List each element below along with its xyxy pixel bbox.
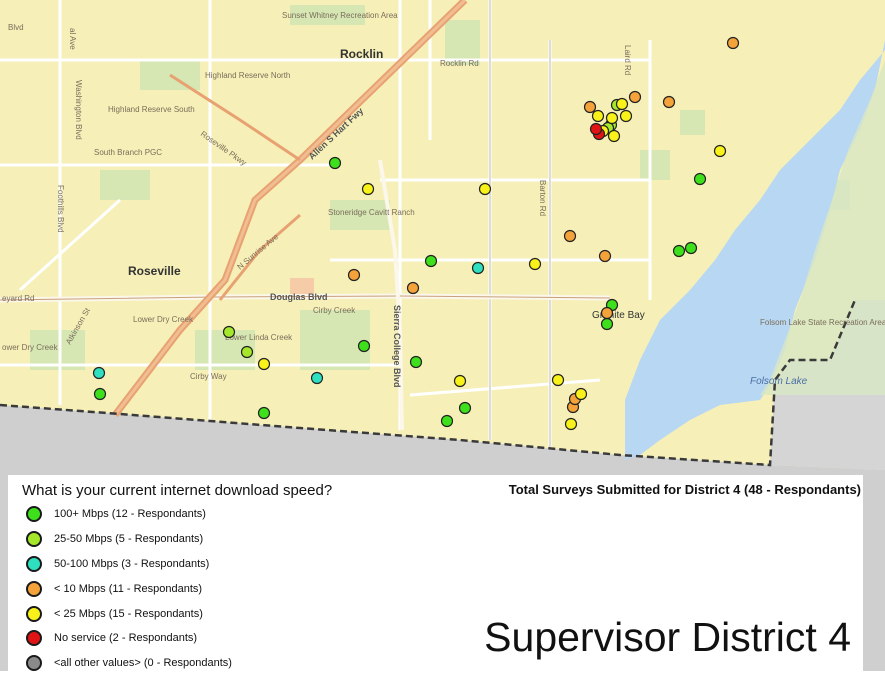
highland-reserve-north-label: Highland Reserve North <box>205 71 290 80</box>
marker-under-25[interactable] <box>257 357 271 371</box>
marker-100plus[interactable] <box>458 401 472 415</box>
marker-under-25[interactable] <box>607 129 621 143</box>
marker-under-25[interactable] <box>713 144 727 158</box>
marker-50-100[interactable] <box>92 366 106 380</box>
marker-100plus[interactable] <box>440 414 454 428</box>
stoneridge-label: Stoneridge Cavitt Ranch <box>328 208 415 217</box>
marker-100plus[interactable] <box>684 241 698 255</box>
marker-under-10[interactable] <box>598 249 612 263</box>
marker-under-25[interactable] <box>361 182 375 196</box>
cirby-creek-label: Cirby Creek <box>313 306 356 315</box>
total-surveys-label: Total Surveys Submitted for District 4 (… <box>508 482 861 497</box>
lower-linda-creek-label: Lower Linda Creek <box>225 333 293 342</box>
legend-label: <all other values> (0 - Respondants) <box>54 657 232 670</box>
highland-reserve-south-label: Highland Reserve South <box>108 105 195 114</box>
blvd-label: Blvd <box>8 23 24 32</box>
barton-rd-label: Barton Rd <box>538 180 547 216</box>
marker-under-25[interactable] <box>551 373 565 387</box>
roseville-label: Roseville <box>128 264 181 278</box>
legend-label: < 10 Mbps (11 - Respondants) <box>54 582 203 595</box>
legend-item-other: <all other values> (0 - Respondants) <box>26 651 232 676</box>
washington-blvd-label: Washington Blvd <box>74 80 83 140</box>
legend-item-25-50: 25-50 Mbps (5 - Respondants) <box>26 527 232 552</box>
marker-100plus[interactable] <box>672 244 686 258</box>
marker-100plus[interactable] <box>424 254 438 268</box>
legend-title: What is your current internet download s… <box>22 482 333 499</box>
legend-label: No service (2 - Respondants) <box>54 632 198 645</box>
legend-swatch <box>26 506 42 523</box>
sierra-college-blvd-label: Sierra College Blvd <box>392 305 402 388</box>
legend-swatch <box>26 580 42 597</box>
legend-swatch <box>26 630 42 647</box>
lower-dry-creek-label: Lower Dry Creek <box>133 315 194 324</box>
legend-swatch <box>26 655 42 672</box>
south-branch-pgc-label: South Branch PGC <box>94 148 162 157</box>
marker-under-25[interactable] <box>478 182 492 196</box>
marker-under-25[interactable] <box>615 97 629 111</box>
rocklin-rd-label: Rocklin Rd <box>440 59 479 68</box>
marker-100plus[interactable] <box>257 406 271 420</box>
marker-100plus[interactable] <box>693 172 707 186</box>
marker-under-10[interactable] <box>726 36 740 50</box>
legend-swatch <box>26 531 42 548</box>
legend-swatch <box>26 555 42 572</box>
rocklin-label: Rocklin <box>340 47 383 61</box>
eyard-rd-label: eyard Rd <box>2 294 34 303</box>
marker-under-25[interactable] <box>591 109 605 123</box>
marker-100plus[interactable] <box>600 317 614 331</box>
marker-50-100[interactable] <box>310 371 324 385</box>
legend-label: < 25 Mbps (15 - Respondants) <box>54 607 203 620</box>
marker-under-10[interactable] <box>662 95 676 109</box>
foothills-blvd-label: Foothills Blvd <box>56 185 65 233</box>
district-title: Supervisor District 4 <box>484 614 851 660</box>
marker-under-10[interactable] <box>563 229 577 243</box>
marker-under-25[interactable] <box>605 111 619 125</box>
sunset-whitney-label: Sunset Whitney Recreation Area <box>282 11 398 20</box>
ower-dry-creek-label: ower Dry Creek <box>2 343 59 352</box>
marker-under-10[interactable] <box>347 268 361 282</box>
granite-bay-label: Granite Bay <box>592 310 645 321</box>
legend-item-50-100: 50-100 Mbps (3 - Respondants) <box>26 552 232 577</box>
legend-label: 50-100 Mbps (3 - Respondants) <box>54 557 210 570</box>
marker-under-25[interactable] <box>574 387 588 401</box>
marker-under-10[interactable] <box>583 100 597 114</box>
marker-25-50[interactable] <box>222 325 236 339</box>
legend-items: 100+ Mbps (12 - Respondants) 25-50 Mbps … <box>26 502 232 676</box>
legend-item-no-service: No service (2 - Respondants) <box>26 626 232 651</box>
folsom-lake-label: Folsom Lake <box>750 376 808 387</box>
legend-swatch <box>26 605 42 622</box>
marker-under-10[interactable] <box>406 281 420 295</box>
laird-rd-label: Laird Rd <box>623 45 632 75</box>
marker-under-10[interactable] <box>628 90 642 104</box>
marker-no-service[interactable] <box>589 122 603 136</box>
al-ave-label: al Ave <box>68 28 77 50</box>
marker-under-25[interactable] <box>564 417 578 431</box>
legend-label: 100+ Mbps (12 - Respondants) <box>54 508 206 521</box>
marker-25-50[interactable] <box>240 345 254 359</box>
marker-under-25[interactable] <box>453 374 467 388</box>
marker-100plus[interactable] <box>409 355 423 369</box>
marker-under-10[interactable] <box>600 306 614 320</box>
marker-under-25[interactable] <box>528 257 542 271</box>
marker-50-100[interactable] <box>471 261 485 275</box>
marker-100plus[interactable] <box>93 387 107 401</box>
marker-100plus[interactable] <box>357 339 371 353</box>
legend-label: 25-50 Mbps (5 - Respondants) <box>54 533 204 546</box>
legend-panel: What is your current internet download s… <box>8 475 863 672</box>
cirby-way-label: Cirby Way <box>190 372 227 381</box>
legend-item-under-25: < 25 Mbps (15 - Respondants) <box>26 601 232 626</box>
folsom-lake-sra-label: Folsom Lake State Recreation Area <box>760 318 885 327</box>
legend-item-under-10: < 10 Mbps (11 - Respondants) <box>26 576 232 601</box>
douglas-blvd-label: Douglas Blvd <box>270 292 328 302</box>
legend-item-100plus: 100+ Mbps (12 - Respondants) <box>26 502 232 527</box>
marker-100plus[interactable] <box>328 156 342 170</box>
marker-under-25[interactable] <box>619 109 633 123</box>
